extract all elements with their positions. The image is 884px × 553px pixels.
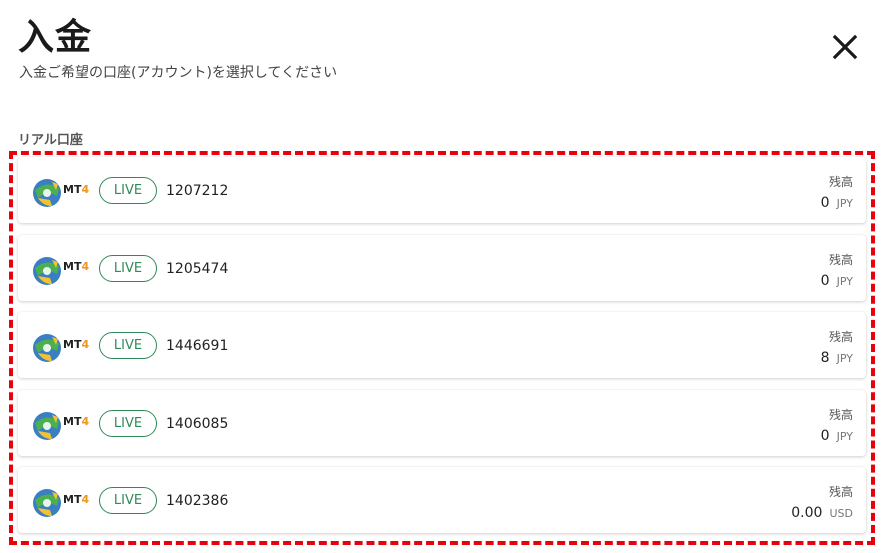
- live-badge: LIVE: [99, 254, 157, 282]
- metatrader-icon: [33, 256, 61, 285]
- metatrader-icon: [33, 334, 61, 362]
- account-number: 1402386: [166, 493, 229, 509]
- account-number: 1205474: [166, 260, 229, 277]
- account-number: 1406085: [166, 415, 229, 432]
- account-card[interactable]: MT4 LIVE 1446691 残高 8 JPY: [18, 312, 866, 378]
- balance: 0 JPY: [821, 425, 853, 444]
- account-card[interactable]: MT4 LIVE 1406085 残高 0 JPY: [18, 389, 866, 456]
- account-card[interactable]: MT4 LIVE 1207212 残高 0 JPY: [18, 157, 866, 223]
- metatrader-icon: [33, 411, 61, 440]
- page-title: 入金: [18, 17, 93, 58]
- live-badge: LIVE: [99, 177, 157, 204]
- live-badge: LIVE: [99, 332, 157, 359]
- balance-value: 0: [820, 427, 830, 444]
- mt4-logo: MT4: [30, 409, 90, 443]
- balance-value: 8: [820, 350, 830, 366]
- mt4-logo: MT4: [30, 254, 90, 288]
- mt4-logo: MT4: [30, 486, 90, 520]
- balance-currency: JPY: [836, 429, 853, 443]
- balance-currency: JPY: [836, 197, 853, 210]
- account-number: 1207212: [166, 183, 229, 199]
- balance-label: 残高: [828, 330, 853, 344]
- live-badge: LIVE: [99, 487, 157, 514]
- mt4-logo: MT4: [30, 176, 90, 210]
- balance-currency: USD: [829, 507, 853, 520]
- mt4-logo: MT4: [30, 331, 90, 365]
- account-card[interactable]: MT4 LIVE 1402386 残高 0.00 USD: [18, 467, 866, 533]
- balance-label: 残高: [828, 175, 853, 189]
- live-badge: LIVE: [99, 409, 157, 437]
- balance-currency: JPY: [836, 274, 853, 288]
- account-card[interactable]: MT4 LIVE 1205474 残高 0 JPY: [18, 234, 866, 301]
- close-icon: [832, 34, 858, 60]
- balance-value: 0.00: [791, 505, 823, 521]
- metatrader-icon: [33, 179, 61, 207]
- account-list: MT4 LIVE 1207212 残高 0 JPY MT4 LIVE 12054…: [18, 157, 866, 545]
- section-label-real-accounts: リアル口座: [18, 133, 83, 148]
- balance-value: 0: [820, 272, 830, 289]
- page-subtitle: 入金ご希望の口座(アカウント)を選択してください: [19, 65, 338, 81]
- account-number: 1446691: [166, 338, 229, 354]
- balance: 0 JPY: [821, 270, 853, 289]
- balance: 0 JPY: [821, 192, 853, 211]
- close-button[interactable]: [828, 30, 862, 64]
- metatrader-icon: [33, 489, 61, 517]
- balance: 8 JPY: [821, 347, 853, 366]
- balance-label: 残高: [828, 485, 853, 499]
- balance-currency: JPY: [836, 352, 853, 365]
- balance: 0.00 USD: [791, 502, 853, 521]
- balance-label: 残高: [828, 252, 853, 267]
- balance-value: 0: [820, 195, 830, 211]
- balance-label: 残高: [828, 407, 853, 422]
